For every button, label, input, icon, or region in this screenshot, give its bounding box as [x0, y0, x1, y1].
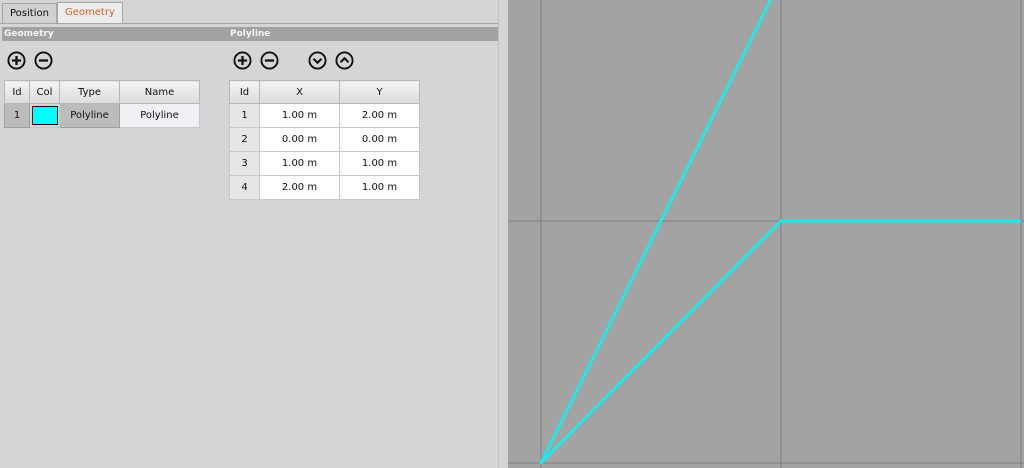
- points-col-id[interactable]: Id: [229, 80, 260, 104]
- geometry-col-name[interactable]: Name: [119, 80, 200, 104]
- plus-circle-icon: [233, 51, 252, 70]
- table-row[interactable]: 2 0.00 m 0.00 m: [229, 127, 420, 152]
- tab-geometry[interactable]: Geometry: [57, 2, 123, 24]
- geometry-section-header: Geometry: [2, 27, 228, 41]
- table-row[interactable]: 3 1.00 m 1.00 m: [229, 151, 420, 176]
- tab-position[interactable]: Position: [2, 3, 57, 24]
- chevron-up-circle-icon: [335, 51, 354, 70]
- geometry-col-type[interactable]: Type: [59, 80, 120, 104]
- tab-strip: Position Geometry: [0, 0, 498, 24]
- point-y-cell[interactable]: 0.00 m: [339, 127, 420, 152]
- table-row[interactable]: 4 2.00 m 1.00 m: [229, 175, 420, 200]
- geometry-id-cell[interactable]: 1: [4, 103, 30, 128]
- point-x-cell[interactable]: 0.00 m: [259, 127, 340, 152]
- table-row[interactable]: 1 Polyline Polyline: [4, 103, 200, 128]
- polyline-points-table: Id X Y 1 1.00 m 2.00 m 2 0.00 m 0.00 m 3…: [229, 80, 420, 200]
- point-y-cell[interactable]: 2.00 m: [339, 103, 420, 128]
- properties-panel: Position Geometry Geometry Polyline Id C…: [0, 0, 498, 468]
- point-x-cell[interactable]: 2.00 m: [259, 175, 340, 200]
- move-point-up-button[interactable]: [335, 51, 354, 70]
- point-x-cell[interactable]: 1.00 m: [259, 151, 340, 176]
- minus-circle-icon: [260, 51, 279, 70]
- geometry-col-color[interactable]: Col: [29, 80, 60, 104]
- geometry-name-cell[interactable]: Polyline: [119, 103, 200, 128]
- remove-geometry-button[interactable]: [34, 51, 53, 70]
- tab-divider: [0, 23, 498, 24]
- remove-point-button[interactable]: [260, 51, 279, 70]
- points-col-x[interactable]: X: [259, 80, 340, 104]
- geometry-type-cell[interactable]: Polyline: [59, 103, 120, 128]
- polyline-section-header: Polyline: [228, 27, 498, 41]
- table-row[interactable]: 1 1.00 m 2.00 m: [229, 103, 420, 128]
- chevron-down-circle-icon: [308, 51, 327, 70]
- minus-circle-icon: [34, 51, 53, 70]
- points-col-y[interactable]: Y: [339, 80, 420, 104]
- point-y-cell[interactable]: 1.00 m: [339, 175, 420, 200]
- geometry-table: Id Col Type Name 1 Polyline Polyline: [4, 80, 200, 128]
- point-y-cell[interactable]: 1.00 m: [339, 151, 420, 176]
- color-swatch[interactable]: [31, 106, 58, 125]
- panel-splitter[interactable]: [498, 0, 508, 468]
- geometry-canvas[interactable]: [508, 0, 1024, 468]
- plus-circle-icon: [7, 51, 26, 70]
- point-x-cell[interactable]: 1.00 m: [259, 103, 340, 128]
- add-point-button[interactable]: [233, 51, 252, 70]
- geometry-viewport[interactable]: [508, 0, 1024, 468]
- point-id-cell[interactable]: 4: [229, 175, 260, 200]
- point-id-cell[interactable]: 3: [229, 151, 260, 176]
- geometry-col-id[interactable]: Id: [4, 80, 30, 104]
- point-id-cell[interactable]: 1: [229, 103, 260, 128]
- geometry-color-cell[interactable]: [29, 103, 60, 128]
- move-point-down-button[interactable]: [308, 51, 327, 70]
- point-id-cell[interactable]: 2: [229, 127, 260, 152]
- add-geometry-button[interactable]: [7, 51, 26, 70]
